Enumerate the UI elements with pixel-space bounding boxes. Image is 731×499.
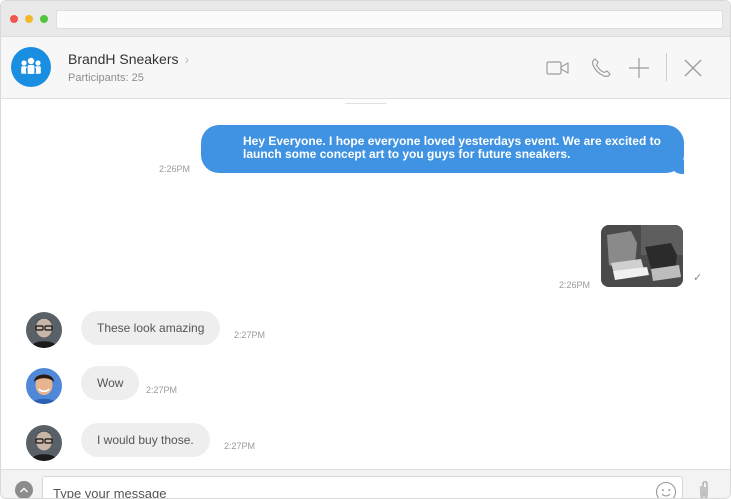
checkmark-icon: ✓: [693, 272, 703, 284]
attach-file-button[interactable]: [697, 480, 711, 498]
close-icon: [684, 59, 702, 77]
emoji-button[interactable]: [655, 481, 677, 498]
photo-timestamp: 2:26PM: [559, 280, 591, 290]
chevron-up-icon: [20, 487, 28, 493]
message-timestamp: 2:27PM: [146, 385, 178, 395]
scroll-indicator: [345, 103, 387, 104]
minimize-window-dot[interactable]: [25, 15, 33, 23]
incoming-message-bubble[interactable]: Wow: [81, 366, 140, 400]
conversation-title-text: BrandH Sneakers: [68, 51, 179, 67]
address-bar[interactable]: [56, 10, 723, 29]
conversation-title[interactable]: BrandH Sneakers ›: [68, 51, 189, 67]
close-conversation-button[interactable]: [683, 57, 703, 79]
maximize-window-dot[interactable]: [40, 15, 48, 23]
avatar-man-glasses: [26, 312, 62, 348]
user-avatar[interactable]: [26, 312, 62, 348]
phone-icon: [592, 58, 611, 77]
conversation-header: BrandH Sneakers › Participants: 25: [1, 37, 730, 99]
outgoing-message-bubble[interactable]: Hey Everyone. I hope everyone loved yest…: [201, 125, 684, 173]
message-timestamp: 2:27PM: [224, 441, 256, 451]
sneaker-photo-message[interactable]: [601, 225, 683, 287]
participants-count: Participants: 25: [68, 72, 144, 84]
add-participant-button[interactable]: [628, 57, 650, 79]
video-camera-icon: [546, 61, 569, 75]
avatar-person-smiling: [26, 368, 62, 404]
chevron-right-icon: ›: [184, 51, 190, 67]
voice-call-button[interactable]: [590, 57, 612, 79]
message-composer: [1, 469, 730, 498]
group-avatar[interactable]: [11, 47, 51, 87]
window-titlebar: [1, 1, 730, 37]
smiley-icon: [655, 481, 677, 498]
user-avatar[interactable]: [26, 368, 62, 404]
chat-window: BrandH Sneakers › Participants: 25 Hey E…: [0, 0, 731, 499]
incoming-message-bubble[interactable]: These look amazing: [81, 311, 221, 345]
message-input[interactable]: [42, 476, 683, 498]
group-people-icon: [21, 57, 41, 74]
header-divider: [666, 53, 667, 81]
user-avatar[interactable]: [26, 425, 62, 461]
video-call-button[interactable]: [546, 57, 570, 79]
expand-options-button[interactable]: [15, 481, 33, 498]
message-timestamp: 2:27PM: [234, 330, 266, 340]
close-window-dot[interactable]: [10, 15, 18, 23]
sneaker-photo-image: [601, 225, 683, 287]
message-timestamp: 2:26PM: [159, 164, 191, 174]
message-list[interactable]: Hey Everyone. I hope everyone loved yest…: [1, 99, 730, 469]
incoming-message-bubble[interactable]: I would buy those.: [81, 423, 210, 457]
avatar-man-glasses: [26, 425, 62, 461]
plus-icon: [629, 58, 649, 78]
paperclip-icon: [700, 481, 708, 498]
